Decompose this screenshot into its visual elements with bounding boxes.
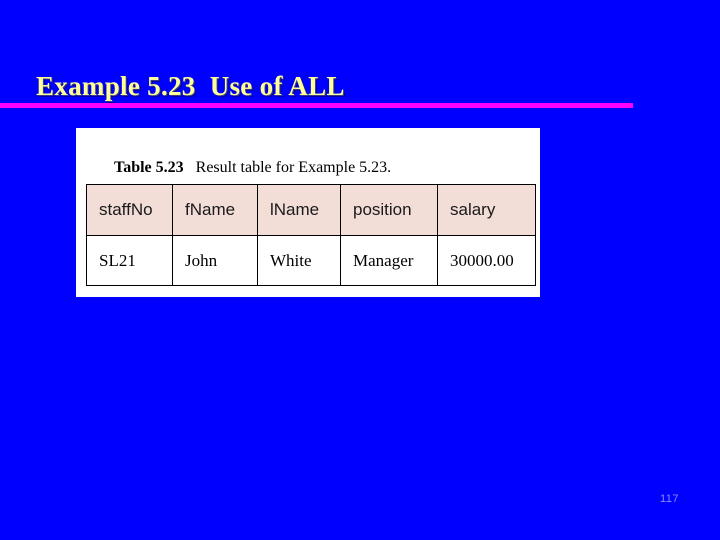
column-header-fname: fName: [172, 184, 258, 236]
column-header-lname: lName: [257, 184, 341, 236]
table-caption-label: Table 5.23: [114, 159, 184, 176]
table-card: Table 5.23 Result table for Example 5.23…: [76, 128, 540, 297]
page-title: Example 5.23 Use of ALL: [36, 71, 345, 101]
cell-position: Manager: [340, 235, 438, 286]
cell-salary: 30000.00: [437, 235, 536, 286]
result-table: staffNo fName lName position salary SL21…: [86, 184, 536, 286]
table-row: SL21 John White Manager 30000.00: [86, 235, 536, 286]
slide-canvas: Example 5.23 Use of ALL Table 5.23 Resul…: [0, 0, 720, 540]
column-header-position: position: [340, 184, 438, 236]
title-divider: [0, 103, 633, 108]
cell-lname: White: [257, 235, 341, 286]
cell-staffno: SL21: [86, 235, 173, 286]
column-header-staffno: staffNo: [86, 184, 173, 236]
cell-fname: John: [172, 235, 258, 286]
page-number: 117: [660, 493, 680, 505]
table-caption-text: Result table for Example 5.23.: [183, 159, 392, 176]
column-header-salary: salary: [437, 184, 536, 236]
table-header-row: staffNo fName lName position salary: [86, 184, 536, 236]
